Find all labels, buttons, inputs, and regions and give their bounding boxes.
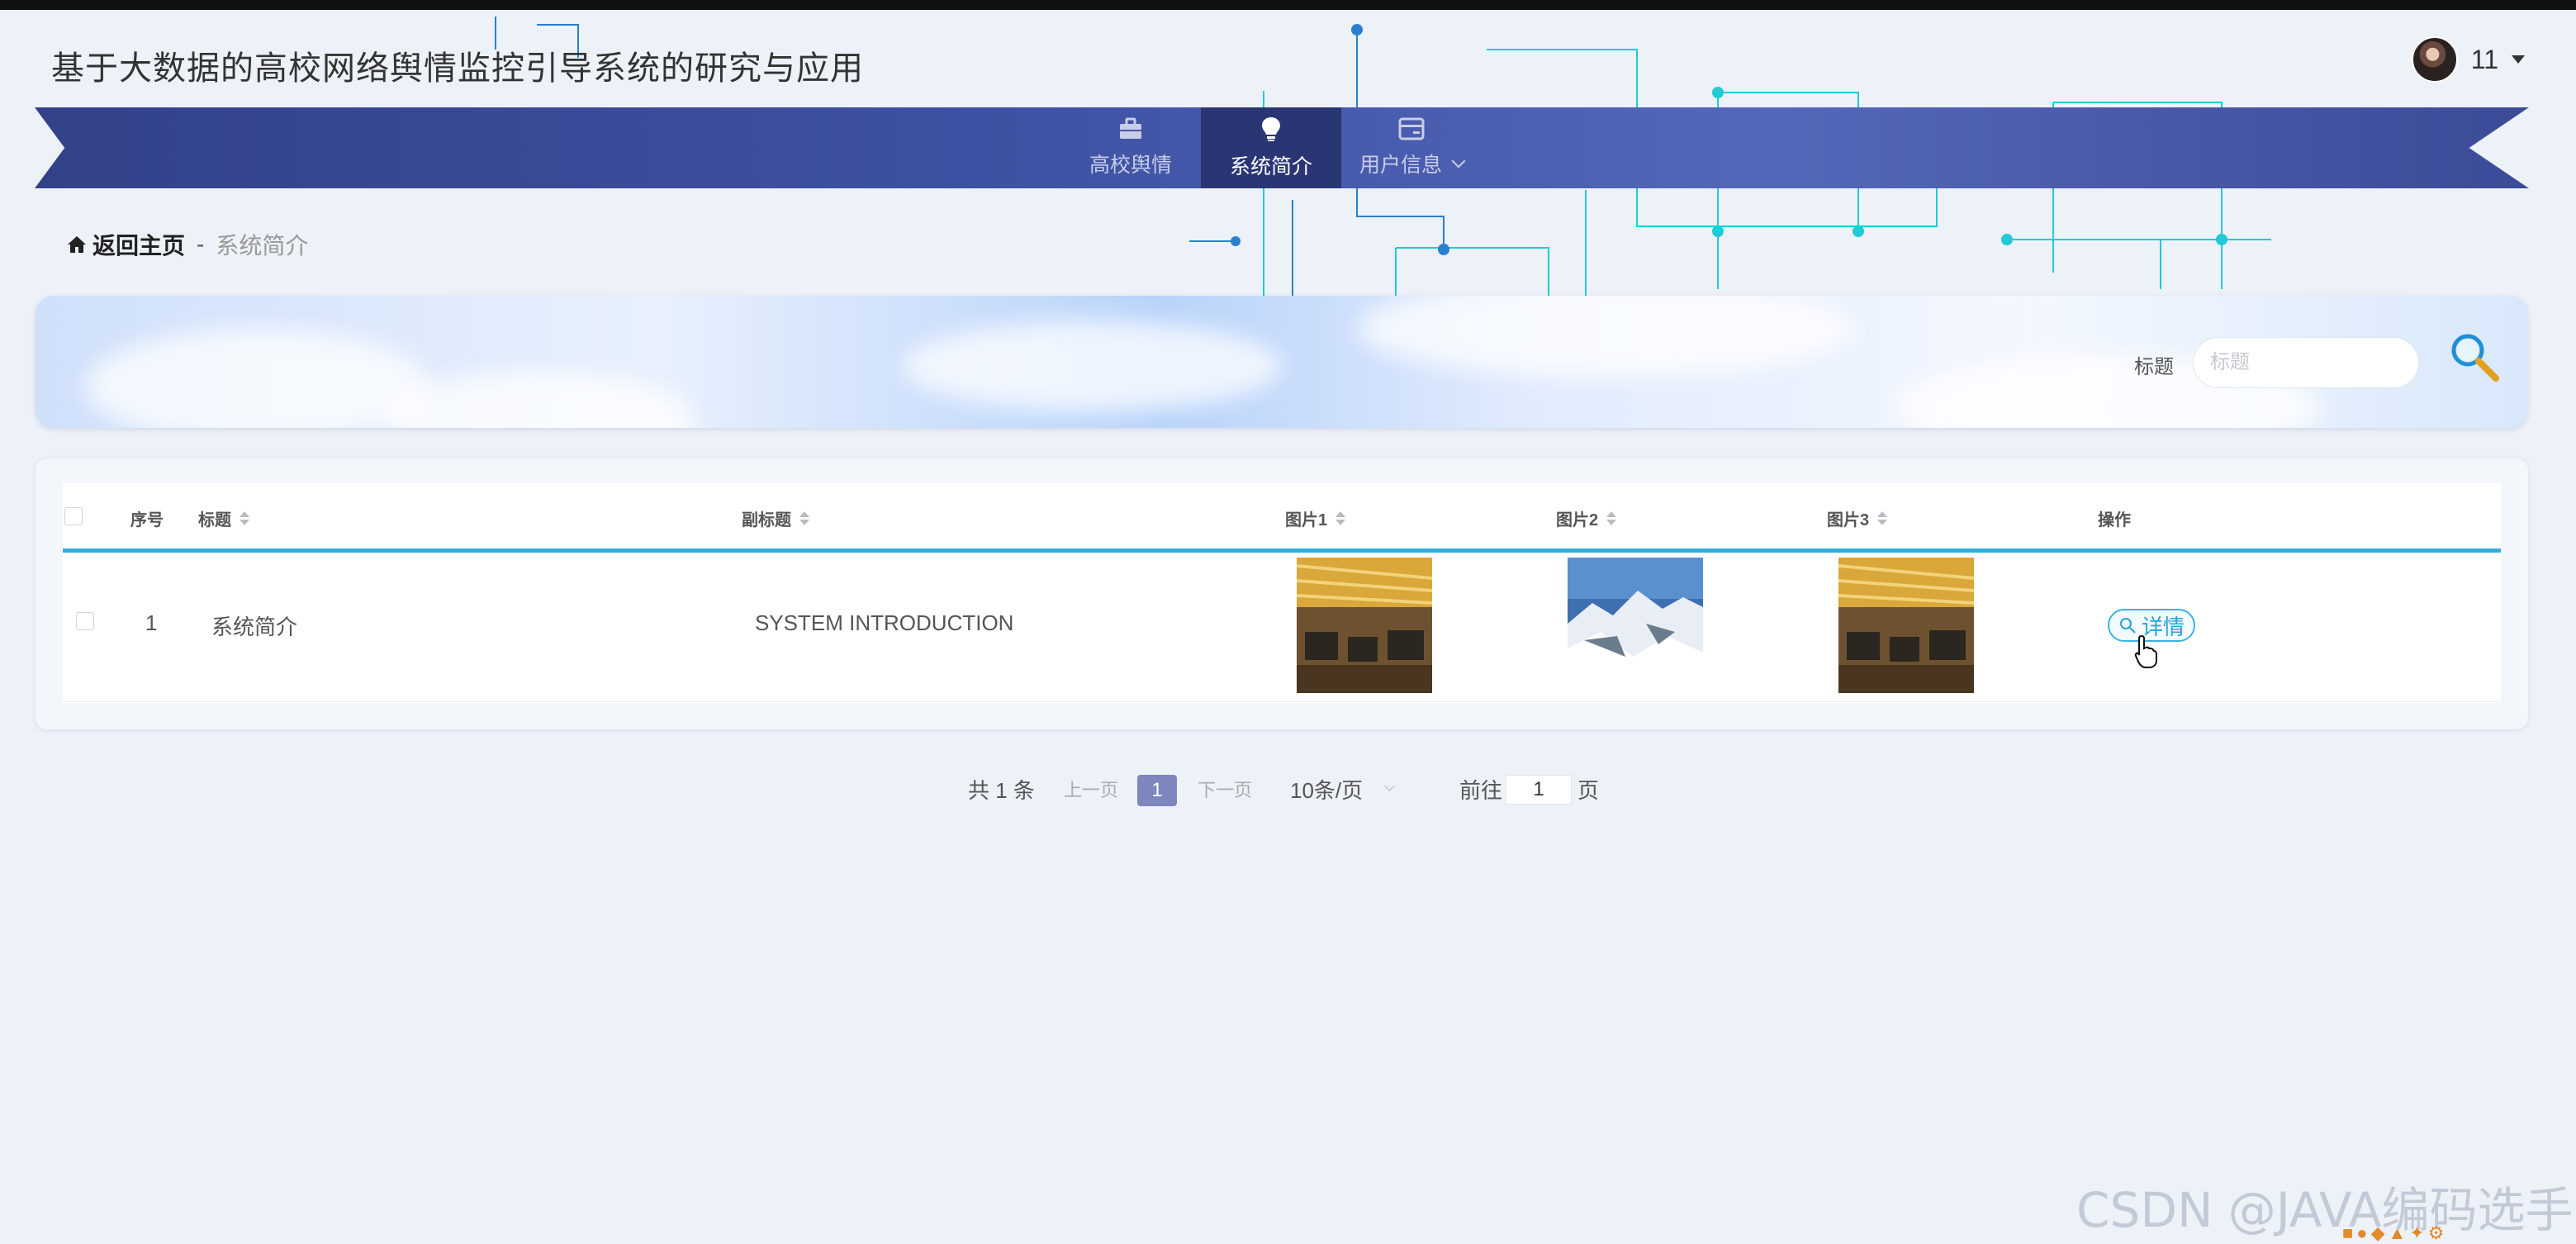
breadcrumb-separator: -	[197, 231, 205, 257]
briefcase-icon	[1120, 117, 1141, 139]
nav-label: 高校舆情	[1089, 154, 1172, 177]
data-table: 序号 标题 副标题 图片1 图片2 图片3 操作 1 系统简介 SYSTEM I…	[63, 483, 2501, 703]
pager-size-select[interactable]: 10条/页	[1290, 772, 1363, 809]
thumbnail-office-image[interactable]	[1297, 558, 1432, 693]
col-subtitle-label: 副标题	[742, 511, 791, 529]
select-all-checkbox[interactable]	[64, 507, 83, 525]
col-image2[interactable]: 图片2	[1556, 506, 1617, 530]
col-image2-label: 图片2	[1556, 511, 1599, 529]
nav-item-system-intro[interactable]: 系统简介	[1201, 107, 1341, 188]
pager-total: 共 1 条	[968, 778, 1035, 803]
pager-next-button[interactable]: 下一页	[1198, 772, 1252, 809]
home-icon	[68, 236, 86, 253]
col-actions: 操作	[2098, 511, 2131, 529]
hand-cursor-icon	[2134, 634, 2157, 668]
nav-label: 用户信息	[1359, 154, 1442, 177]
caret-down-icon[interactable]	[2512, 55, 2525, 64]
search-icon[interactable]	[2448, 330, 2501, 383]
watermark: CSDN @JAVA编码选手	[2076, 1182, 2574, 1238]
ime-icon[interactable]: ■	[2342, 1223, 2353, 1244]
cell-title: 系统简介	[211, 615, 298, 639]
user-menu[interactable]: 11	[2411, 36, 2525, 83]
window-top-strip	[0, 0, 2576, 10]
pager-current-page[interactable]: 1	[1137, 775, 1177, 806]
table-header: 序号 标题 副标题 图片1 图片2 图片3 操作	[63, 483, 2501, 553]
col-image3[interactable]: 图片3	[1827, 506, 1888, 530]
pager-prev-button[interactable]: 上一页	[1064, 772, 1118, 809]
nav-label: 系统简介	[1229, 155, 1312, 178]
col-index: 序号	[130, 511, 164, 529]
row-checkbox[interactable]	[76, 612, 94, 630]
ime-icon[interactable]: ▲	[2389, 1223, 2407, 1244]
search-input[interactable]	[2193, 337, 2419, 388]
breadcrumb-home-label[interactable]: 返回主页	[93, 228, 185, 261]
card-icon	[1398, 117, 1425, 140]
lightbulb-icon	[1262, 117, 1280, 141]
ime-toolbar: ■ ● ◆ ▲ ✦ ⚙	[2342, 1223, 2444, 1244]
pager-page-suffix: 页	[1577, 778, 1600, 803]
cell-index: 1	[145, 610, 158, 635]
col-image3-label: 图片3	[1827, 511, 1870, 529]
ime-icon[interactable]: ●	[2356, 1223, 2367, 1244]
main-nav: 高校舆情 系统简介 用户信息	[1060, 107, 1482, 188]
thumbnail-office-image[interactable]	[1838, 558, 1974, 693]
ime-icon[interactable]: ◆	[2371, 1223, 2385, 1244]
col-subtitle[interactable]: 副标题	[742, 506, 809, 530]
table-card: 序号 标题 副标题 图片1 图片2 图片3 操作 1 系统简介 SYSTEM I…	[36, 458, 2528, 729]
sort-icon[interactable]	[1606, 511, 1617, 525]
col-title[interactable]: 标题	[198, 506, 249, 530]
col-image1-label: 图片1	[1285, 511, 1328, 529]
breadcrumb-home[interactable]: 返回主页	[66, 228, 185, 261]
breadcrumb: 返回主页 - 系统简介	[66, 228, 308, 261]
search-icon	[2119, 618, 2136, 634]
col-title-label: 标题	[198, 511, 231, 529]
pager-goto-input[interactable]	[1506, 775, 1572, 805]
sort-icon[interactable]	[240, 511, 249, 525]
sort-icon[interactable]	[1335, 511, 1346, 525]
col-image1[interactable]: 图片1	[1285, 506, 1346, 530]
ime-icon[interactable]: ⚙	[2428, 1223, 2445, 1244]
nav-item-campus-opinion[interactable]: 高校舆情	[1060, 107, 1201, 188]
thumbnail-mountain-image[interactable]	[1568, 558, 1703, 693]
ime-icon[interactable]: ✦	[2409, 1223, 2424, 1244]
nav-item-user-info[interactable]: 用户信息	[1341, 107, 1482, 188]
search-label: 标题	[2134, 356, 2174, 378]
chevron-down-icon[interactable]	[1384, 781, 1395, 791]
pager-goto-label: 前往	[1459, 778, 1503, 803]
user-name[interactable]: 11	[2471, 45, 2498, 75]
sort-icon[interactable]	[799, 511, 809, 525]
avatar[interactable]	[2411, 36, 2458, 83]
cell-subtitle: SYSTEM INTRODUCTION	[755, 610, 1014, 635]
breadcrumb-current: 系统简介	[216, 233, 309, 259]
chevron-down-icon	[1451, 154, 1466, 169]
site-title: 基于大数据的高校网络舆情监控引导系统的研究与应用	[51, 50, 864, 87]
sort-icon[interactable]	[1877, 511, 1888, 525]
